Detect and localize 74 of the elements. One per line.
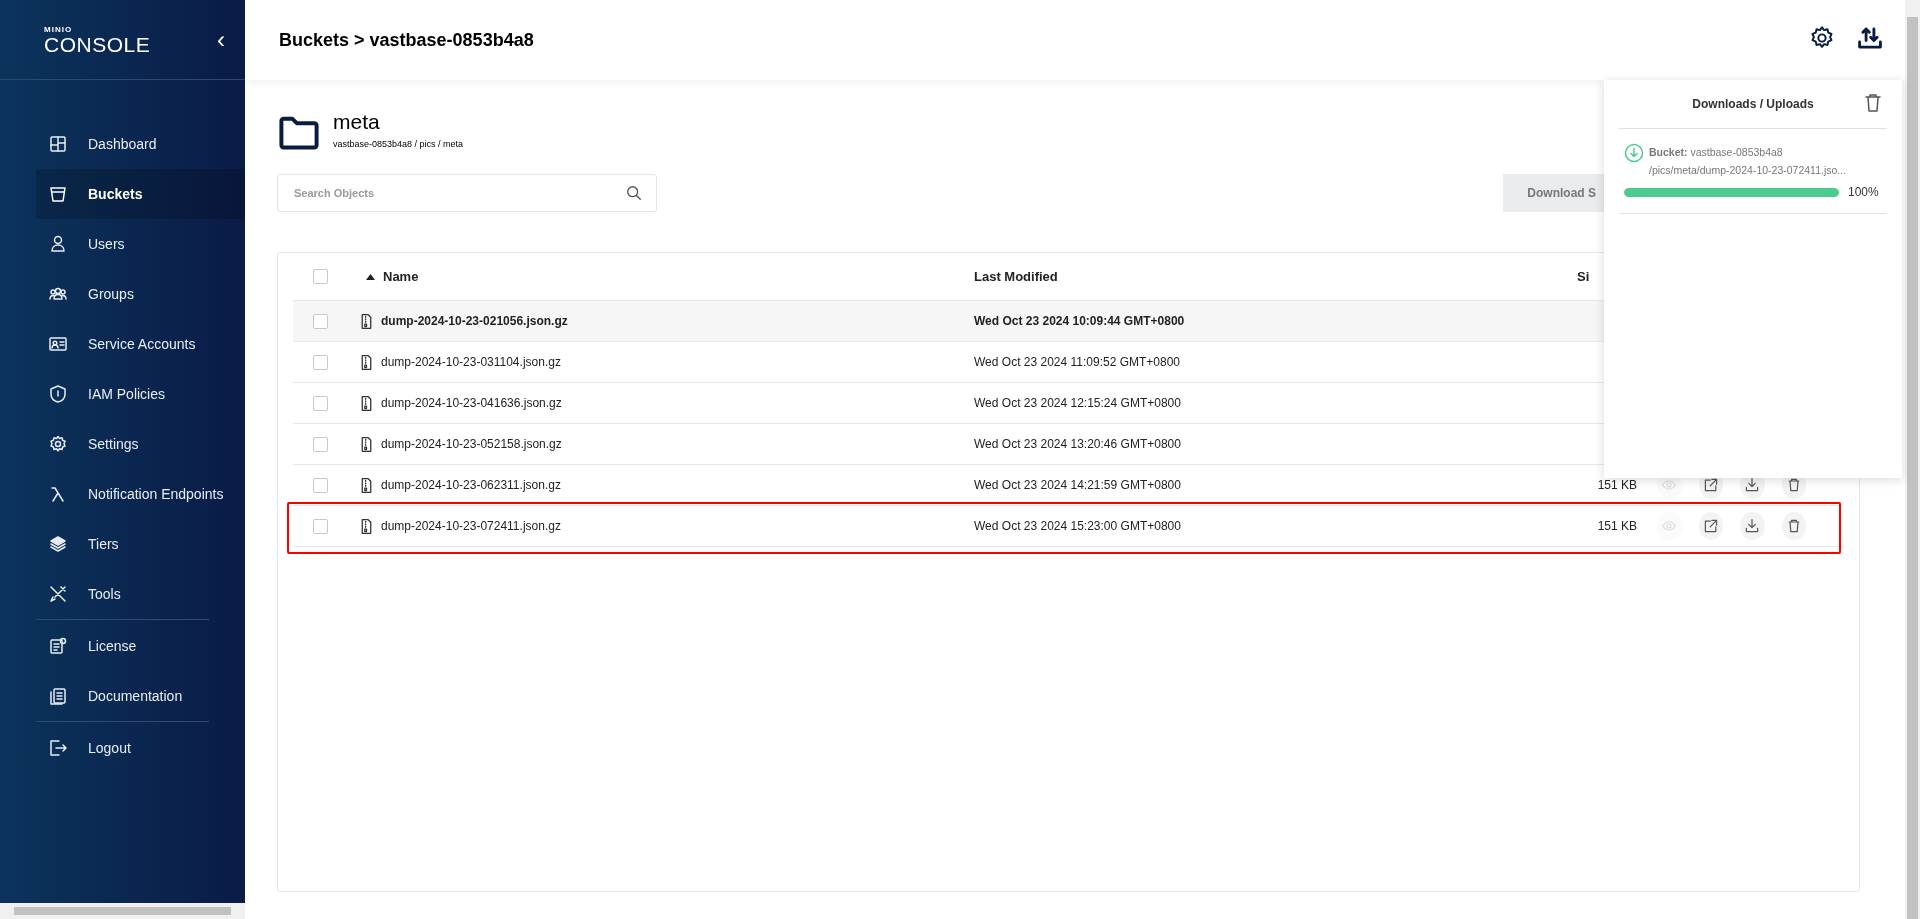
- folder-name: meta: [333, 110, 381, 134]
- breadcrumb: Buckets > vastbase-0853b4a8: [279, 29, 534, 51]
- up-down-arrows-icon: [1857, 25, 1883, 51]
- nav-item[interactable]: Logout: [36, 723, 245, 773]
- column-header[interactable]: Last Modified: [974, 269, 1577, 284]
- table-cell-text: Wed Oct 23 2024 14:21:59 GMT+0800: [974, 478, 1182, 492]
- transfer-info: Bucket: vastbase-0853b4a8 /pics/meta/dump-2024-10-23-072411.jso...: [1649, 145, 1847, 178]
- table-cell-text: 151 KB: [1596, 519, 1638, 533]
- gear-icon: [48, 434, 68, 454]
- layers-icon: [48, 534, 68, 554]
- document-icon: [48, 686, 68, 706]
- table-cell-text: Wed Oct 23 2024 10:09:44 GMT+0800: [974, 314, 1186, 328]
- id-card-icon: [48, 334, 68, 354]
- search-icon: [625, 184, 643, 202]
- table-cell: dump-2024-10-23-072411.json.gz: [381, 519, 561, 533]
- nav-item[interactable]: Users: [36, 219, 245, 269]
- nav-item[interactable]: Tiers: [36, 519, 245, 569]
- logout-icon: [48, 738, 68, 758]
- nav-item[interactable]: Groups: [36, 269, 245, 319]
- checkbox[interactable]: [313, 313, 328, 329]
- dashboard-icon: [48, 134, 68, 154]
- checkbox[interactable]: [313, 269, 328, 284]
- delete-button[interactable]: [1781, 512, 1806, 540]
- folder-path: vastbase-0853b4a8 / pics / meta: [333, 139, 464, 149]
- column-header[interactable]: Name: [383, 269, 419, 284]
- sort-icon[interactable]: [366, 273, 375, 280]
- table-cell: dump-2024-10-23-031104.json.gz: [381, 355, 561, 369]
- nav-item[interactable]: License: [36, 621, 245, 671]
- checkbox[interactable]: [313, 477, 328, 493]
- table-cell-text: 151 KB: [1596, 478, 1638, 492]
- checkbox[interactable]: [313, 518, 328, 534]
- progress-percent: 100%: [1848, 185, 1879, 199]
- table-cell: dump-2024-10-23-052158.json.gz: [381, 437, 562, 451]
- settings-icon: [1809, 25, 1835, 51]
- bucket-icon: [48, 184, 68, 204]
- download-circle-icon: [1624, 143, 1644, 163]
- nav-item[interactable]: Settings: [36, 419, 245, 469]
- download-icon: [1744, 477, 1761, 493]
- table-cell-text: Wed Oct 23 2024 12:15:24 GMT+0800: [974, 396, 1182, 410]
- table-cell-text: Wed Oct 23 2024 15:23:00 GMT+0800: [974, 519, 1182, 533]
- shield-icon: [48, 384, 68, 404]
- scrollbar[interactable]: [0, 903, 245, 919]
- table-cell-text: Wed Oct 23 2024 13:20:46 GMT+0800: [974, 437, 1182, 451]
- search-field[interactable]: Search Objects: [277, 174, 657, 212]
- share-icon: [1702, 477, 1719, 493]
- user-icon: [48, 234, 68, 254]
- checkbox[interactable]: [313, 395, 328, 411]
- nav-item[interactable]: Buckets: [36, 169, 245, 219]
- nav-item[interactable]: Service Accounts: [36, 319, 245, 369]
- share-icon: [1702, 518, 1719, 534]
- tools-icon: [48, 584, 68, 604]
- table-cell: dump-2024-10-23-062311.json.gz: [381, 478, 561, 492]
- checkbox[interactable]: [313, 354, 328, 370]
- nav-item[interactable]: Documentation: [36, 671, 245, 721]
- checkbox[interactable]: [313, 436, 328, 452]
- trash-icon: [1863, 93, 1883, 113]
- table-cell: dump-2024-10-23-021056.json.gz: [381, 314, 568, 328]
- nav-item[interactable]: Dashboard: [36, 119, 245, 169]
- share-button[interactable]: [1698, 512, 1723, 540]
- license-icon: [48, 636, 68, 656]
- eye-icon: [1661, 518, 1678, 534]
- panel-title: Downloads / Uploads: [1692, 97, 1814, 111]
- download-icon: [1744, 518, 1761, 534]
- table-cell-text: Wed Oct 23 2024 11:09:52 GMT+0800: [974, 355, 1182, 369]
- nav-item[interactable]: Notification Endpoints: [36, 469, 245, 519]
- table-cell: dump-2024-10-23-041636.json.gz: [381, 396, 562, 410]
- logo-title: CONSOLE: [44, 33, 151, 55]
- collapse-button[interactable]: ‹: [217, 25, 225, 54]
- download-button[interactable]: [1740, 512, 1765, 540]
- scrollbar[interactable]: [1905, 0, 1920, 919]
- eye-icon: [1661, 477, 1678, 493]
- nav-item[interactable]: Tools: [36, 569, 245, 619]
- nav-item[interactable]: IAM Policies: [36, 369, 245, 419]
- logo-wordmark: MINIO: [44, 24, 74, 34]
